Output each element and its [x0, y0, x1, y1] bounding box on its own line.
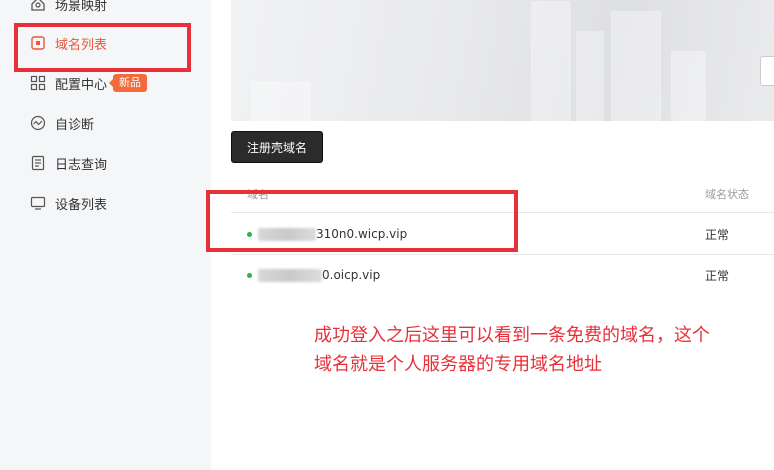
register-shell-domain-button[interactable]: 注册壳域名	[231, 131, 323, 163]
status-text: 正常	[705, 268, 730, 283]
table-row-domain[interactable]: 0.oicp.vip	[247, 266, 380, 284]
diagnose-icon	[30, 115, 46, 131]
new-badge: 新品	[109, 74, 148, 92]
sidebar-item-config-center[interactable]: 配置中心 新品	[30, 71, 148, 95]
sidebar-item-self-diagnose[interactable]: 自诊断	[30, 111, 94, 135]
log-icon	[30, 155, 46, 171]
sidebar-item-label: 配置中心	[55, 77, 108, 93]
sidebar-item-label: 场景映射	[55, 0, 108, 14]
device-icon	[30, 195, 46, 211]
highlight-box-sidebar	[14, 23, 191, 72]
banner-image	[231, 0, 774, 121]
sidebar-item-label: 日志查询	[55, 157, 108, 173]
sidebar-item-log-query[interactable]: 日志查询	[30, 151, 107, 175]
redacted-text	[258, 268, 322, 282]
status-dot	[247, 272, 252, 278]
annotation-line-2: 域名就是个人服务器的专用域名地址	[314, 354, 602, 375]
scene-map-icon	[30, 0, 46, 12]
banner-side-button[interactable]	[760, 56, 774, 86]
column-header-status: 域名状态	[705, 188, 749, 201]
sidebar-item-label: 设备列表	[55, 197, 108, 213]
status-text: 正常	[705, 227, 730, 242]
domain-name: 0.oicp.vip	[322, 268, 381, 282]
sidebar-item-device-list[interactable]: 设备列表	[30, 191, 107, 215]
sidebar-item-scene-map[interactable]: 场景映射	[30, 0, 107, 16]
divider	[231, 254, 774, 255]
highlight-box-domain	[206, 190, 518, 252]
config-grid-icon	[30, 75, 46, 91]
annotation-line-1: 成功登入之后这里可以看到一条免费的域名，这个	[314, 325, 710, 346]
annotation-text: 成功登入之后这里可以看到一条免费的域名，这个 域名就是个人服务器的专用域名地址	[314, 321, 764, 379]
sidebar-item-label: 自诊断	[55, 117, 95, 133]
